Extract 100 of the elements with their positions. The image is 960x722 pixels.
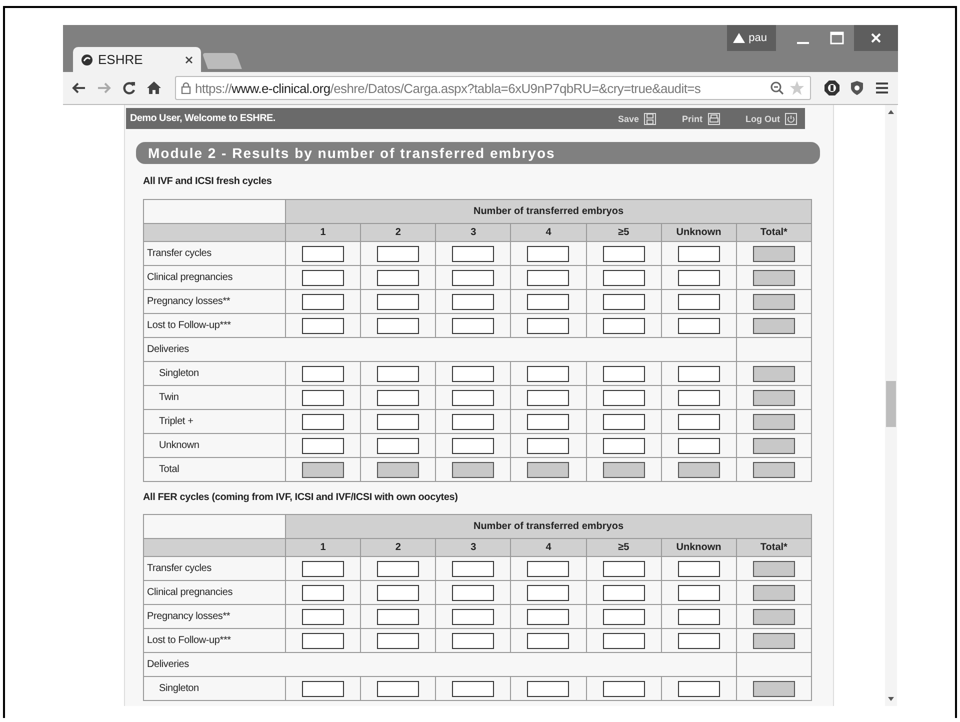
input-field[interactable] <box>527 608 570 624</box>
profile-button[interactable]: pau <box>726 25 776 51</box>
input-field[interactable] <box>602 608 645 624</box>
input-field[interactable] <box>377 584 420 600</box>
input-field[interactable] <box>602 294 645 310</box>
input-field[interactable] <box>678 608 720 624</box>
total-field[interactable] <box>752 270 795 286</box>
input-field[interactable] <box>527 390 570 406</box>
input-field[interactable] <box>602 318 645 334</box>
down-arrow-icon[interactable] <box>887 696 895 702</box>
input-field[interactable] <box>302 414 344 430</box>
input-field[interactable] <box>302 560 344 576</box>
input-field[interactable] <box>377 246 420 262</box>
total-field[interactable] <box>752 294 795 310</box>
input-field[interactable] <box>452 438 494 454</box>
total-field[interactable] <box>752 318 795 334</box>
input-field[interactable] <box>377 632 420 648</box>
input-field[interactable] <box>602 390 645 406</box>
total-field[interactable] <box>302 462 344 478</box>
star-icon[interactable] <box>789 80 805 96</box>
input-field[interactable] <box>302 438 344 454</box>
toolbar-link[interactable]: Print <box>682 112 720 124</box>
input-field[interactable] <box>377 270 420 286</box>
input-field[interactable] <box>678 632 720 648</box>
input-field[interactable] <box>602 366 645 382</box>
input-field[interactable] <box>527 632 570 648</box>
input-field[interactable] <box>377 560 420 576</box>
scrollbar[interactable] <box>885 105 897 706</box>
input-field[interactable] <box>377 390 420 406</box>
input-field[interactable] <box>452 584 494 600</box>
input-field[interactable] <box>527 680 570 696</box>
input-field[interactable] <box>452 294 494 310</box>
input-field[interactable] <box>678 246 720 262</box>
browser-tab[interactable]: ESHRE <box>73 47 201 72</box>
total-field[interactable] <box>752 246 795 262</box>
input-field[interactable] <box>527 438 570 454</box>
input-field[interactable] <box>678 680 720 696</box>
shield-icon[interactable] <box>849 80 865 96</box>
close-icon[interactable] <box>185 56 193 64</box>
input-field[interactable] <box>452 608 494 624</box>
input-field[interactable] <box>452 246 494 262</box>
zoom-icon[interactable] <box>769 80 785 96</box>
input-field[interactable] <box>602 414 645 430</box>
address-bar[interactable]: https://www.e-clinical.org/eshre/Datos/Carga.aspx?tabla=6xU9nP7qbRU=&cry=true&audit=s <box>175 76 811 100</box>
menu-icon[interactable] <box>874 80 890 96</box>
scroll-thumb[interactable] <box>886 381 896 427</box>
input-field[interactable] <box>452 632 494 648</box>
input-field[interactable] <box>678 560 720 576</box>
input-field[interactable] <box>602 632 645 648</box>
input-field[interactable] <box>452 318 494 334</box>
input-field[interactable] <box>452 366 494 382</box>
input-field[interactable] <box>527 318 570 334</box>
toolbar-link[interactable]: Save <box>618 112 656 124</box>
input-field[interactable] <box>602 438 645 454</box>
home-icon[interactable] <box>146 80 162 96</box>
input-field[interactable] <box>302 584 344 600</box>
total-field[interactable] <box>752 414 795 430</box>
input-field[interactable] <box>302 632 344 648</box>
input-field[interactable] <box>678 414 720 430</box>
input-field[interactable] <box>527 246 570 262</box>
input-field[interactable] <box>377 318 420 334</box>
total-field[interactable] <box>752 560 795 576</box>
input-field[interactable] <box>602 270 645 286</box>
input-field[interactable] <box>302 390 344 406</box>
input-field[interactable] <box>302 270 344 286</box>
input-field[interactable] <box>602 560 645 576</box>
input-field[interactable] <box>377 438 420 454</box>
input-field[interactable] <box>377 680 420 696</box>
input-field[interactable] <box>452 270 494 286</box>
input-field[interactable] <box>602 584 645 600</box>
input-field[interactable] <box>302 608 344 624</box>
input-field[interactable] <box>452 560 494 576</box>
total-field[interactable] <box>752 680 795 696</box>
input-field[interactable] <box>452 390 494 406</box>
total-field[interactable] <box>752 584 795 600</box>
input-field[interactable] <box>527 294 570 310</box>
total-field[interactable] <box>752 366 795 382</box>
input-field[interactable] <box>678 270 720 286</box>
input-field[interactable] <box>678 438 720 454</box>
input-field[interactable] <box>678 294 720 310</box>
reload-icon[interactable] <box>121 80 137 96</box>
input-field[interactable] <box>377 414 420 430</box>
total-field[interactable] <box>752 462 795 478</box>
input-field[interactable] <box>302 318 344 334</box>
input-field[interactable] <box>377 608 420 624</box>
input-field[interactable] <box>377 294 420 310</box>
toolbar-link[interactable]: Log Out <box>746 112 797 124</box>
total-field[interactable] <box>752 608 795 624</box>
input-field[interactable] <box>452 414 494 430</box>
input-field[interactable] <box>678 390 720 406</box>
total-field[interactable] <box>752 632 795 648</box>
close-button[interactable] <box>854 25 898 51</box>
input-field[interactable] <box>678 366 720 382</box>
total-field[interactable] <box>752 390 795 406</box>
input-field[interactable] <box>302 246 344 262</box>
up-arrow-icon[interactable] <box>887 109 895 115</box>
back-icon[interactable] <box>71 80 87 96</box>
input-field[interactable] <box>678 584 720 600</box>
total-field[interactable] <box>527 462 570 478</box>
total-field[interactable] <box>377 462 420 478</box>
